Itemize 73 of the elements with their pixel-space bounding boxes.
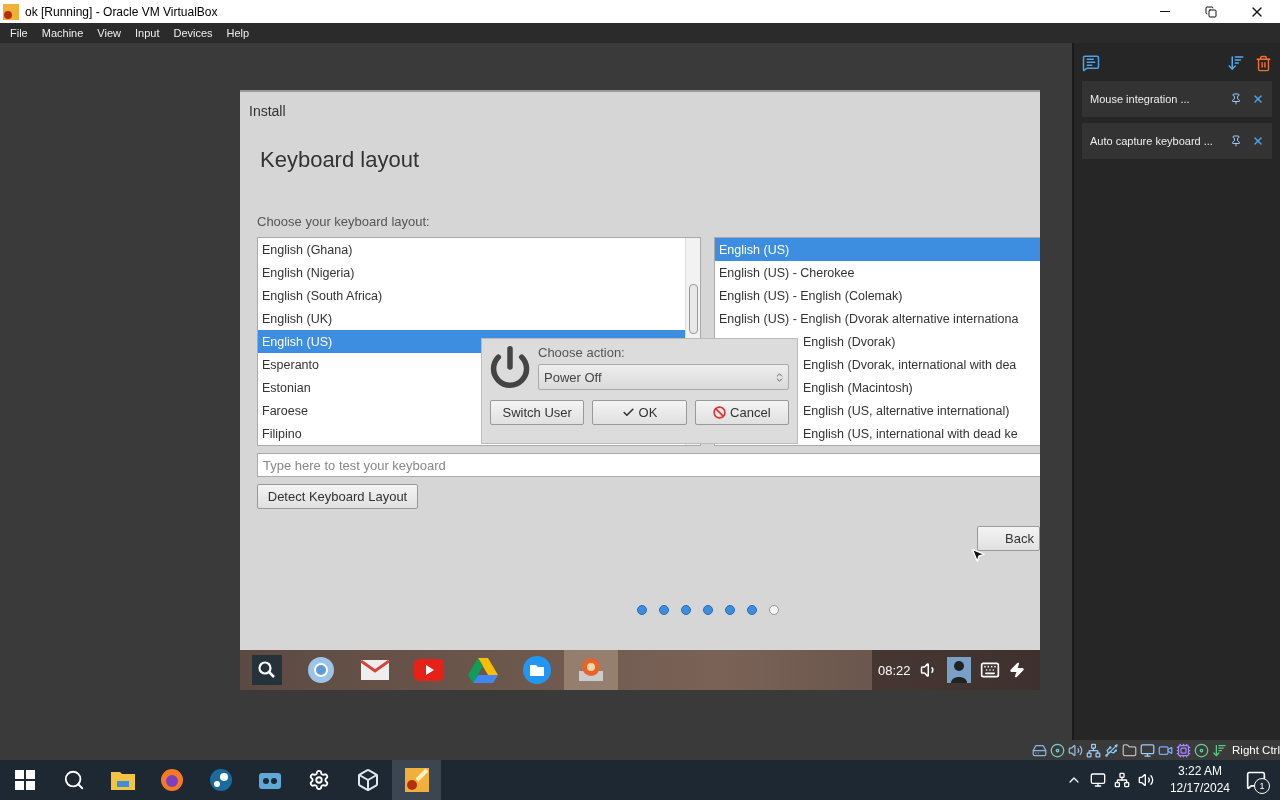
play-icon (414, 659, 444, 681)
taskbar-app[interactable] (392, 760, 441, 800)
search-icon (252, 655, 282, 685)
action-select[interactable]: Power Off (538, 364, 789, 390)
cancel-button[interactable]: Cancel (694, 400, 789, 425)
window-title: ok [Running] - Oracle VM VirtualBox (25, 4, 219, 19)
layout-item[interactable]: English (UK) (258, 307, 685, 330)
host-key-label: Right Ctrl (1232, 744, 1280, 756)
menu-item[interactable]: Help (219, 23, 257, 43)
notification-text: Auto capture keyboard ... (1090, 135, 1214, 147)
layout-item[interactable]: English (Ghana) (258, 238, 685, 261)
cancel-icon (713, 406, 727, 419)
pin-icon[interactable] (1230, 135, 1242, 147)
ok-button[interactable]: OK (592, 400, 687, 425)
layout-prompt: Choose your keyboard layout: (257, 214, 431, 230)
notification-text: Mouse integration ... (1090, 93, 1191, 105)
status-area[interactable]: 08:22 (872, 650, 1040, 690)
cube-icon (355, 768, 380, 792)
layout-item[interactable]: English (Nigeria) (258, 261, 685, 284)
pin-icon[interactable] (1230, 93, 1242, 105)
search-icon (62, 769, 85, 791)
scroll-thumb[interactable] (688, 284, 698, 334)
folder-icon[interactable] (1122, 742, 1138, 758)
sort-icon[interactable] (1227, 54, 1245, 72)
speaker-icon[interactable] (1068, 742, 1084, 758)
avatar (946, 657, 971, 683)
network-icon[interactable] (1113, 772, 1130, 788)
windows-icon (14, 770, 35, 790)
globe-icon (306, 655, 336, 685)
usb-icon[interactable] (1104, 742, 1120, 758)
layout-item[interactable]: English (South Africa) (258, 284, 685, 307)
app-icon (404, 768, 429, 792)
volume-icon[interactable] (1137, 772, 1154, 788)
disc-icon[interactable] (1050, 742, 1066, 758)
message-icon (1082, 54, 1100, 72)
back-button[interactable]: Back (977, 526, 1040, 551)
minimize-icon (1160, 11, 1170, 12)
disc-icon[interactable] (1194, 742, 1210, 758)
app-icon (3, 3, 19, 20)
clock: 08:22 (878, 662, 911, 678)
monitor-icon[interactable] (1140, 742, 1156, 758)
installer-header: Install (248, 102, 287, 121)
close-icon[interactable] (1252, 93, 1264, 105)
menu-item[interactable]: View (90, 23, 128, 43)
settings-icon (307, 769, 330, 791)
menu-item[interactable]: File (3, 23, 35, 43)
spinner-arrows-icon (774, 371, 785, 383)
restore-icon (1205, 5, 1217, 18)
network-icon[interactable] (1086, 742, 1102, 758)
triangle-icon (468, 657, 498, 683)
notification-count: 1 (1254, 778, 1270, 794)
menu-item[interactable]: Devices (166, 23, 220, 43)
menu-item[interactable]: Machine (34, 23, 91, 43)
variant-item[interactable]: English (US) - Cherokee (715, 261, 1040, 284)
test-field[interactable]: Type here to test your keyboard (257, 453, 1040, 477)
close-icon[interactable] (1252, 135, 1264, 147)
download-icon[interactable] (1212, 742, 1228, 758)
folder-icon (110, 770, 135, 790)
variant-item[interactable]: English (US) - English (Colemak) (715, 284, 1040, 307)
mail-icon (360, 658, 390, 682)
monitor-icon[interactable] (1089, 772, 1106, 788)
chip-icon[interactable] (1176, 742, 1192, 758)
page-title: Keyboard layout (259, 146, 420, 174)
keyboard-icon (979, 660, 1000, 680)
menu-item[interactable]: Input (127, 23, 167, 43)
bolt-icon (1008, 662, 1025, 678)
folder-icon (522, 655, 552, 685)
tray-clock[interactable]: 3:22 AM 12/17/2024 (1169, 763, 1230, 797)
variant-item[interactable]: English (US) - English (Dvorak alternative internationa (715, 307, 1040, 330)
detect-button[interactable]: Detect Keyboard Layout (257, 484, 418, 509)
power-icon (488, 345, 532, 390)
check-icon (621, 406, 635, 419)
switch-user-button[interactable]: Switch User (490, 400, 585, 425)
